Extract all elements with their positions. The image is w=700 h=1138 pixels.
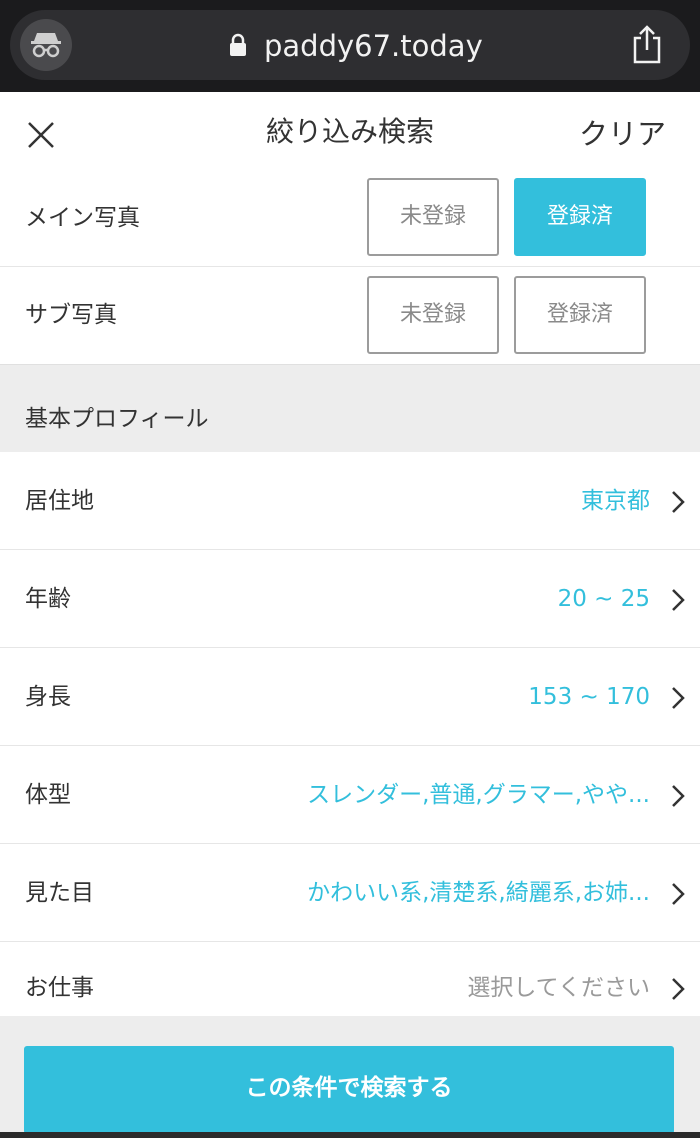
chevron-right-icon xyxy=(672,883,685,905)
chevron-right-icon xyxy=(672,491,685,513)
row-value: 20 ~ 25 xyxy=(557,586,650,612)
row-occupation[interactable]: お仕事 選択してください xyxy=(0,942,700,1016)
search-button[interactable]: この条件で検索する xyxy=(24,1046,674,1134)
main-photo-registered-option[interactable]: 登録済 xyxy=(514,178,646,256)
chevron-right-icon xyxy=(672,785,685,807)
row-label: 見た目 xyxy=(25,880,94,906)
row-age[interactable]: 年齢 20 ~ 25 xyxy=(0,550,700,648)
row-label: お仕事 xyxy=(25,975,94,1001)
row-label: 年齢 xyxy=(25,586,71,612)
row-value: かわいい系,清楚系,綺麗系,お姉... xyxy=(307,880,650,906)
section-title: 基本プロフィール xyxy=(25,406,209,432)
row-residence[interactable]: 居住地 東京都 xyxy=(0,452,700,550)
sub-photo-unregistered-option[interactable]: 未登録 xyxy=(367,276,499,354)
row-appearance[interactable]: 見た目 かわいい系,清楚系,綺麗系,お姉... xyxy=(0,844,700,942)
row-label: 身長 xyxy=(25,684,71,710)
clear-button[interactable]: クリア xyxy=(579,114,666,154)
row-value: スレンダー,普通,グラマー,やや... xyxy=(307,782,650,808)
row-value-placeholder: 選択してください xyxy=(467,975,650,1001)
row-label: 体型 xyxy=(25,782,71,808)
chevron-right-icon xyxy=(672,589,685,611)
chevron-right-icon xyxy=(672,978,685,1000)
chevron-right-icon xyxy=(672,687,685,709)
lock-icon xyxy=(229,33,247,57)
row-value: 東京都 xyxy=(581,488,650,514)
row-body-type[interactable]: 体型 スレンダー,普通,グラマー,やや... xyxy=(0,746,700,844)
incognito-icon[interactable] xyxy=(20,19,72,71)
bottom-strip xyxy=(0,1132,700,1138)
url-text[interactable]: paddy67.today xyxy=(264,26,483,66)
section-header-basic-profile: 基本プロフィール xyxy=(0,364,700,452)
row-height[interactable]: 身長 153 ~ 170 xyxy=(0,648,700,746)
row-label: 居住地 xyxy=(25,488,94,514)
main-photo-label: メイン写真 xyxy=(25,205,140,231)
row-value: 153 ~ 170 xyxy=(528,684,650,710)
sub-photo-row: サブ写真 未登録 登録済 xyxy=(0,267,700,364)
sub-photo-label: サブ写真 xyxy=(25,302,117,328)
main-photo-unregistered-option[interactable]: 未登録 xyxy=(367,178,499,256)
share-icon[interactable] xyxy=(630,24,664,64)
sub-photo-registered-option[interactable]: 登録済 xyxy=(514,276,646,354)
browser-bar: paddy67.today xyxy=(0,0,700,92)
main-photo-row: メイン写真 未登録 登録済 xyxy=(0,170,700,267)
